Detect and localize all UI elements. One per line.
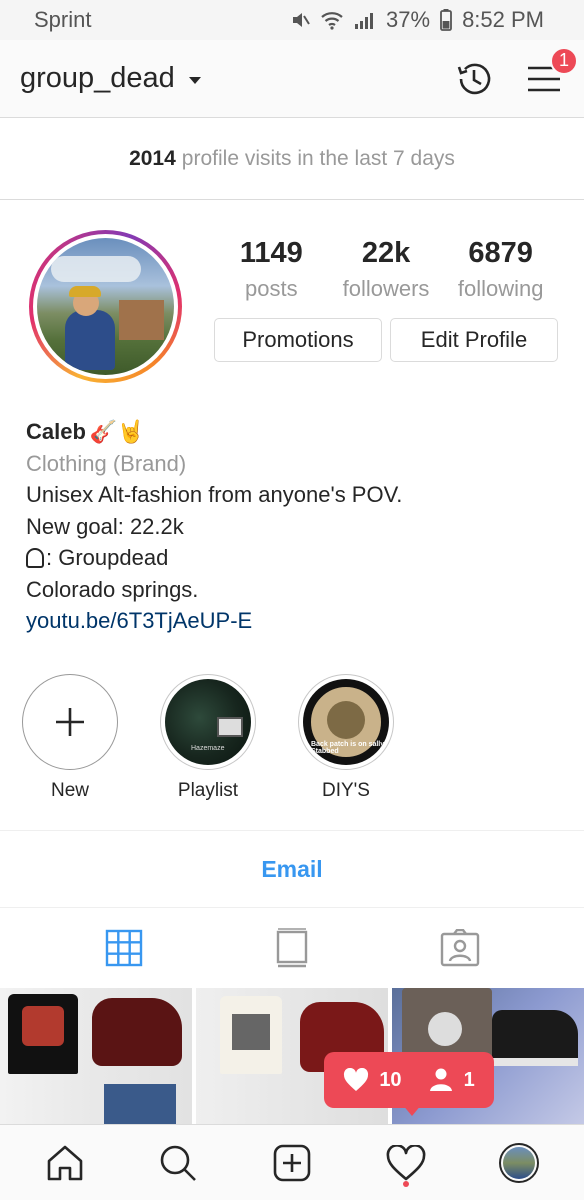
notification-badge: 1: [550, 46, 578, 75]
bio-link[interactable]: youtu.be/6T3TjAeUP-E: [26, 605, 566, 637]
highlight-playlist[interactable]: Hazemaze Playlist: [158, 674, 258, 802]
activity-bubble-tip: [402, 1104, 422, 1116]
following-stat[interactable]: 6879 following: [443, 234, 558, 306]
highlight-caption: Hazemaze: [191, 745, 225, 752]
top-nav: group_dead 1: [0, 40, 584, 118]
wifi-icon: [321, 12, 343, 30]
followers-count: 22k: [361, 237, 411, 269]
signal-icon: [355, 13, 374, 29]
profile-stats: 1149 posts 22k followers 6879 following: [214, 234, 558, 306]
post-grid: [0, 988, 584, 1124]
highlight-label: DIY'S: [322, 780, 370, 801]
posts-stat[interactable]: 1149 posts: [214, 234, 329, 306]
visits-count: 2014: [129, 146, 176, 170]
display-name-text: Caleb: [26, 419, 86, 444]
posts-count: 1149: [239, 237, 303, 269]
highlight-cover: Back patch is on sally!! Stabbed: [303, 679, 389, 765]
highlight-caption: Back patch is on sally!! Stabbed: [311, 741, 389, 755]
highlight-diys[interactable]: Back patch is on sally!! Stabbed DIY'S: [296, 674, 396, 802]
status-bar: Sprint 37% 8:52 PM: [0, 0, 584, 40]
activity-dot: [402, 1180, 409, 1187]
clock: 8:52 PM: [462, 7, 544, 32]
bio-line: Unisex Alt-fashion from anyone's POV.: [26, 482, 403, 507]
category-label: Clothing (Brand): [26, 450, 187, 476]
edit-profile-button[interactable]: Edit Profile: [390, 318, 558, 362]
carrier-label: Sprint: [34, 7, 92, 32]
tab-grid[interactable]: [94, 918, 154, 978]
username-label: group_dead: [20, 62, 175, 94]
nav-search[interactable]: [148, 1133, 208, 1193]
tab-feed[interactable]: [262, 918, 322, 978]
home-icon: [47, 1145, 83, 1180]
follows-activity: 1: [428, 1068, 475, 1092]
search-icon: [161, 1145, 197, 1181]
mute-icon: [293, 13, 310, 27]
tab-tagged[interactable]: [430, 918, 490, 978]
nav-profile[interactable]: [489, 1133, 549, 1193]
highlight-new[interactable]: New: [20, 674, 120, 802]
nav-home[interactable]: [35, 1133, 95, 1193]
post-thumbnail[interactable]: [0, 988, 192, 1124]
heart-filled-icon: [344, 1068, 369, 1091]
snapchat-ghost-icon: [26, 548, 44, 568]
highlight-label: Playlist: [177, 780, 239, 801]
tagged-icon: [440, 929, 480, 967]
likes-count: 10: [379, 1068, 402, 1091]
plus-icon: [56, 708, 84, 736]
nav-activity[interactable]: [376, 1133, 436, 1193]
battery-percent: 37%: [386, 7, 431, 32]
profile-avatar: [37, 238, 174, 375]
bottom-nav: [0, 1124, 584, 1200]
posts-label: posts: [245, 276, 298, 301]
highlight-cover: Hazemaze: [165, 679, 251, 765]
nav-new-post[interactable]: [262, 1133, 322, 1193]
likes-activity: 10: [343, 1068, 402, 1092]
promotions-button[interactable]: Promotions: [214, 318, 382, 362]
archive-icon[interactable]: [454, 59, 494, 99]
visits-text: profile visits in the last 7 days: [181, 146, 455, 170]
battery-icon: [440, 9, 452, 31]
profile-visits-banner[interactable]: 2014 profile visits in the last 7 days: [0, 118, 584, 200]
followers-stat[interactable]: 22k followers: [329, 234, 444, 306]
following-label: following: [457, 276, 544, 301]
followers-label: followers: [342, 276, 430, 301]
profile-avatar-ring[interactable]: [29, 230, 182, 383]
heart-icon: [386, 1144, 425, 1180]
bio-line-snapchat: : Groupdead: [26, 542, 566, 574]
feed-icon: [276, 928, 308, 968]
account-switcher[interactable]: group_dead: [20, 62, 201, 95]
menu-button[interactable]: 1: [524, 46, 578, 99]
profile-bio: Caleb 🎸🤘 Clothing (Brand) Unisex Alt-fas…: [26, 416, 566, 637]
highlight-label: New: [50, 780, 89, 801]
email-button[interactable]: Email: [0, 830, 584, 908]
status-icons: 37% 8:52 PM: [290, 7, 544, 33]
story-highlights: New Hazemaze Playlist Back patch is on s…: [20, 674, 396, 802]
profile-tabs: [0, 908, 584, 988]
following-count: 6879: [468, 237, 533, 269]
person-icon: [429, 1068, 452, 1091]
bio-line: New goal: 22.2k: [26, 513, 184, 539]
profile-avatar: [499, 1142, 540, 1183]
add-post-icon: [273, 1144, 311, 1181]
name-emojis: 🎸🤘: [89, 419, 145, 444]
caret-down-icon: [188, 77, 201, 84]
bio-line: : Groupdead: [46, 545, 169, 570]
grid-icon: [105, 929, 143, 967]
bio-line: Colorado springs.: [26, 576, 199, 602]
display-name: Caleb 🎸🤘: [26, 416, 566, 448]
follows-count: 1: [463, 1068, 475, 1091]
activity-notification-bubble[interactable]: 10 1: [324, 1052, 494, 1108]
